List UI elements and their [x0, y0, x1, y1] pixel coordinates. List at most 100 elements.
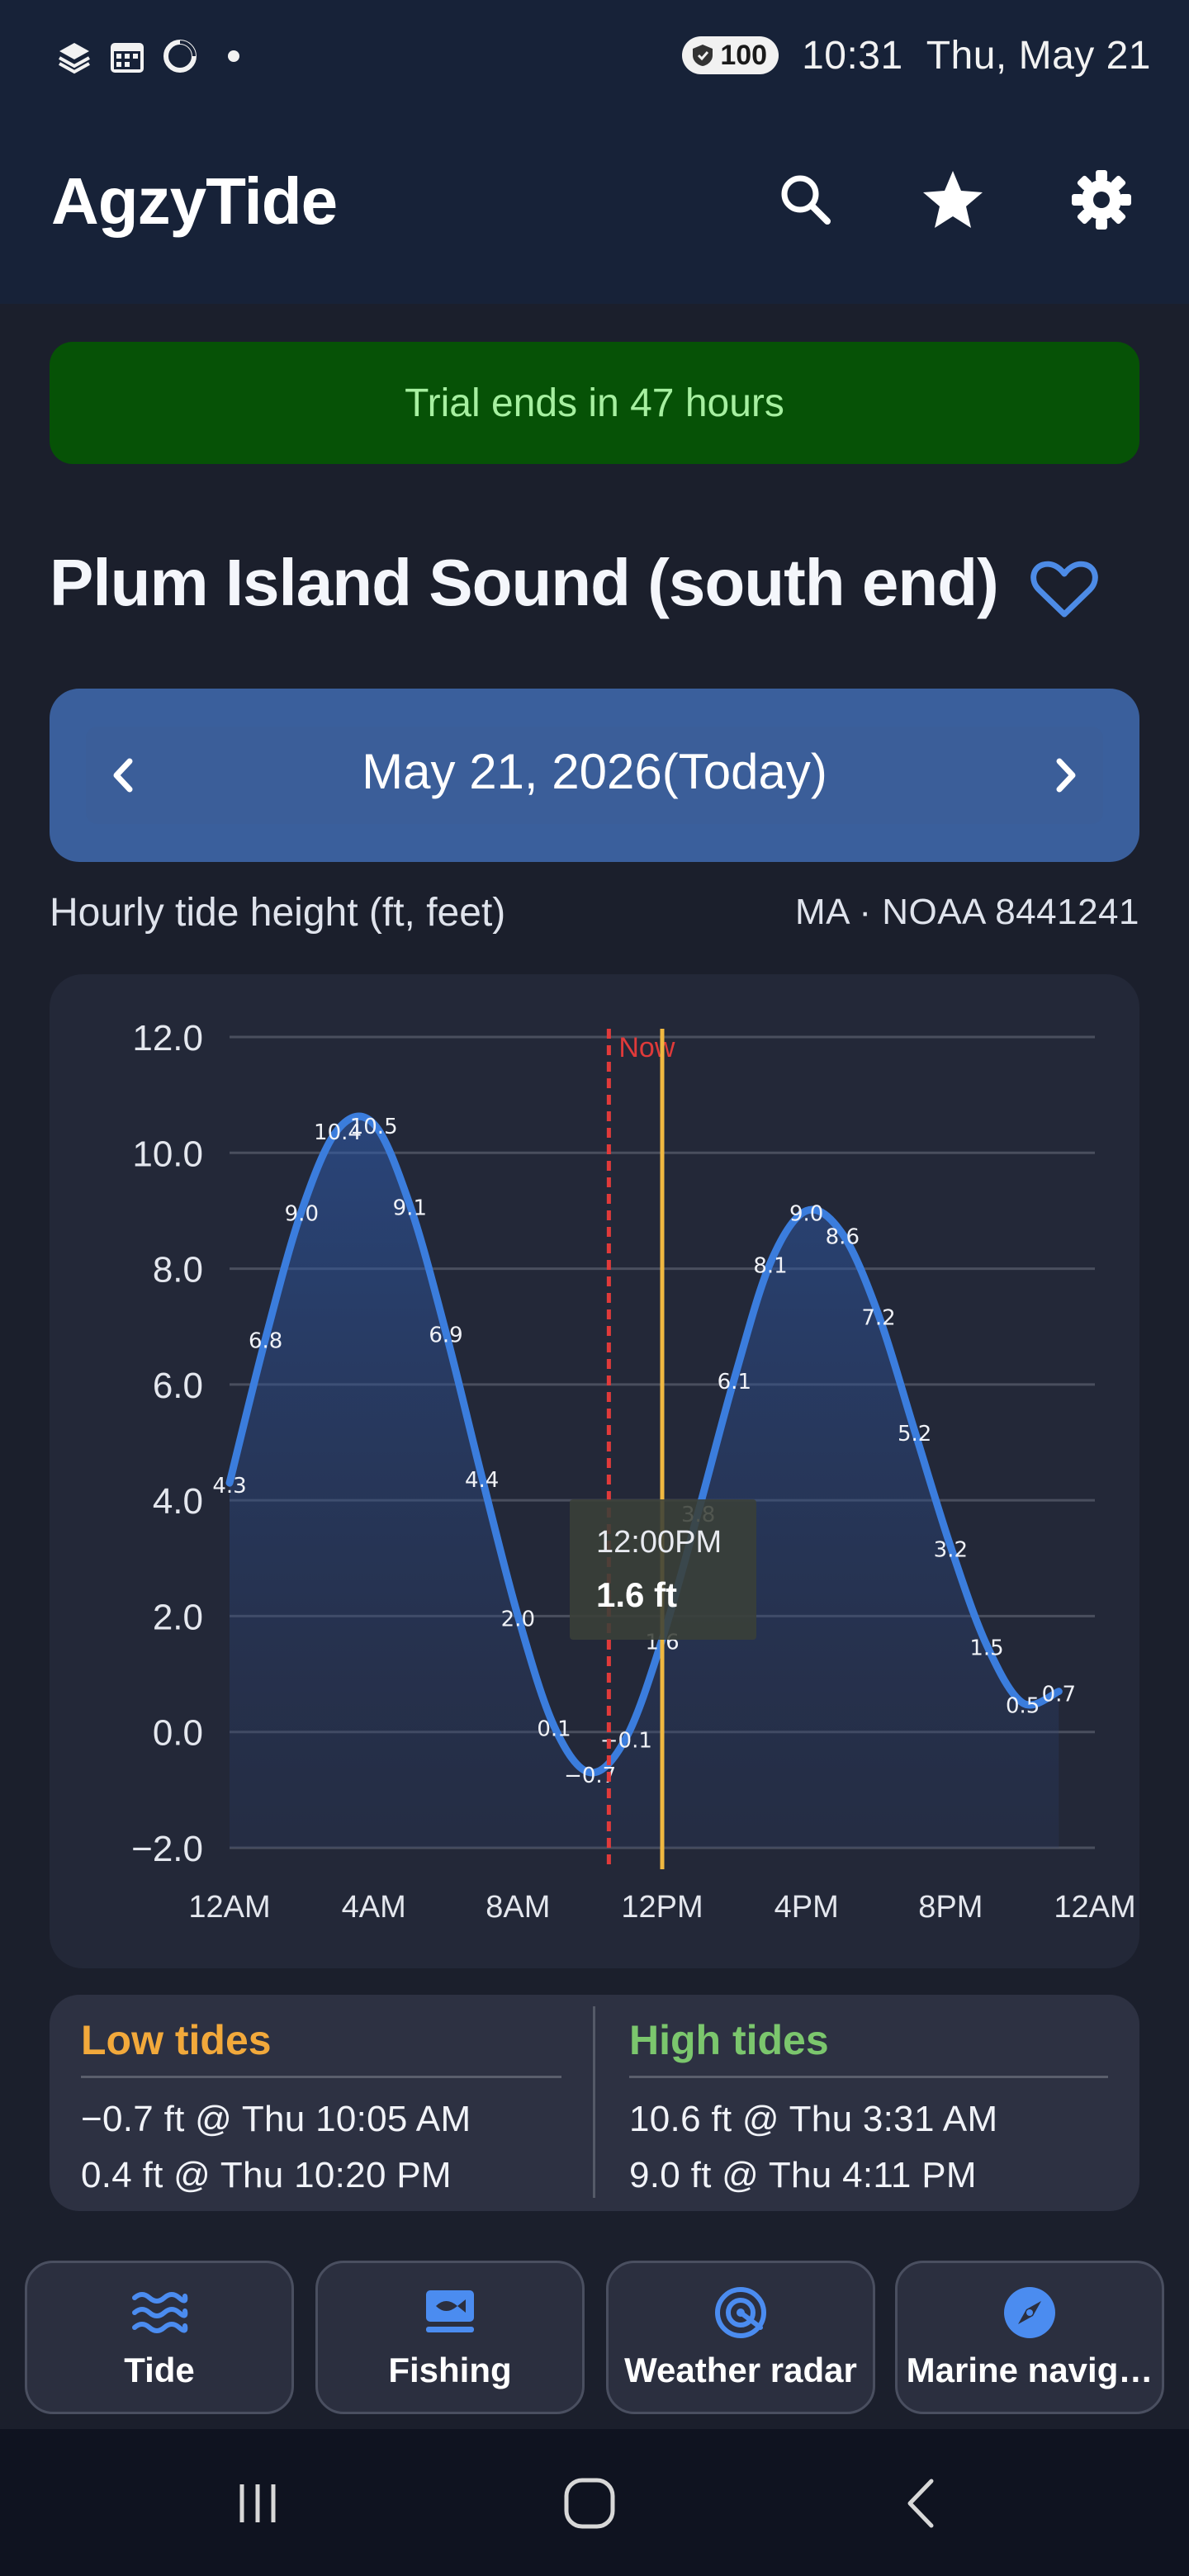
status-left-icons: [54, 31, 239, 81]
low-tides-heading: Low tides: [81, 2017, 272, 2063]
calendar-icon: [107, 36, 147, 76]
battery-level: 100: [720, 39, 768, 71]
tab-label: Marine navig…: [906, 2351, 1153, 2389]
data-label: 9.0: [285, 1201, 319, 1226]
high-tide-row: 10.6 ft @ Thu 3:31 AM: [629, 2099, 998, 2139]
station-source: MA · NOAA 8441241: [795, 892, 1139, 932]
tab-marine-navigation[interactable]: Marine navig…: [895, 2261, 1164, 2414]
settings-button[interactable]: [1060, 159, 1143, 241]
layers-icon: [54, 36, 94, 76]
favorites-button[interactable]: [912, 159, 994, 241]
search-button[interactable]: [765, 159, 847, 241]
x-tick-label: 12AM: [1054, 1890, 1135, 1925]
shield-icon: [693, 45, 713, 66]
x-tick-label: 12AM: [188, 1890, 270, 1925]
y-tick-label: 12.0: [132, 1018, 203, 1058]
x-tick-label: 8AM: [486, 1890, 550, 1925]
tab-label: Weather radar: [624, 2351, 857, 2389]
notification-dot: [228, 50, 239, 62]
x-tick-label: 8PM: [918, 1890, 983, 1925]
tide-chart[interactable]: −2.0 0.0 2.0 4.0 6.0 8.0 10.0 12.0 12AM 4AM 8AM 12P…: [50, 974, 1139, 1968]
data-label: 0.7: [1042, 1683, 1076, 1707]
low-tides-column: Low tides −0.7 ft @ Thu 10:05 AM 0.4 ft …: [81, 2016, 561, 2204]
home-button[interactable]: [548, 2462, 631, 2545]
compass-icon: [898, 2281, 1162, 2344]
back-button[interactable]: [880, 2462, 963, 2545]
data-label: 8.6: [826, 1224, 860, 1249]
recents-button[interactable]: [216, 2462, 299, 2545]
data-label: 1.5: [969, 1636, 1003, 1661]
data-label: 9.1: [393, 1196, 427, 1220]
data-label: 0.5: [1006, 1694, 1040, 1719]
y-tick-label: 2.0: [153, 1597, 203, 1637]
search-icon: [781, 175, 831, 225]
recents-icon: [239, 2484, 276, 2522]
fish-icon: [318, 2281, 582, 2344]
trial-banner[interactable]: Trial ends in 47 hours: [50, 342, 1139, 464]
data-label: 8.1: [753, 1254, 787, 1279]
system-navigation-bar: [0, 2429, 1189, 2576]
high-tides-rule: [629, 2076, 1108, 2078]
x-tick-label: 12PM: [621, 1890, 703, 1925]
tab-label: Fishing: [388, 2351, 512, 2389]
chart-caption: Hourly tide height (ft, feet): [50, 891, 506, 935]
tab-weather-radar[interactable]: Weather radar: [606, 2261, 875, 2414]
favorite-button[interactable]: [1027, 552, 1101, 626]
y-tick-label: 0.0: [153, 1713, 203, 1754]
data-label: 2.0: [501, 1607, 535, 1631]
data-label: 4.3: [212, 1474, 246, 1499]
chevron-right-icon: [1056, 758, 1076, 793]
waves-icon: [27, 2281, 291, 2344]
status-bar: 100 10:31 Thu, May 21: [0, 0, 1189, 116]
trial-banner-text: Trial ends in 47 hours: [405, 381, 784, 425]
y-tick-label: 6.0: [153, 1366, 203, 1406]
y-tick-label: 4.0: [153, 1481, 203, 1522]
app-bar: AgzyTide: [0, 116, 1189, 304]
status-right: 100 10:31 Thu, May 21: [682, 28, 1151, 83]
x-tick-label: 4PM: [775, 1890, 839, 1925]
tooltip-value: 1.6 ft: [596, 1575, 677, 1614]
star-icon: [923, 171, 983, 228]
x-tick-label: 4AM: [342, 1890, 406, 1925]
date-navigator: May 21, 2026(Today): [50, 689, 1139, 862]
date-label[interactable]: May 21, 2026(Today): [50, 743, 1139, 800]
radar-icon: [609, 2281, 873, 2344]
tab-tide[interactable]: Tide: [25, 2261, 294, 2414]
data-label: 3.2: [934, 1537, 968, 1562]
y-tick-label: 10.0: [132, 1134, 203, 1174]
next-day-button[interactable]: [1030, 740, 1101, 811]
data-label: 10.5: [350, 1115, 398, 1139]
back-icon: [907, 2479, 934, 2528]
home-icon: [564, 2478, 615, 2529]
now-label: Now: [618, 1032, 675, 1063]
low-tides-rule: [81, 2076, 561, 2078]
tooltip-box: [570, 1499, 756, 1640]
status-date: Thu, May 21: [926, 33, 1151, 78]
tide-chart-card[interactable]: −2.0 0.0 2.0 4.0 6.0 8.0 10.0 12.0 12AM 4AM 8AM 12P…: [50, 974, 1139, 1968]
settings-icon: [1072, 170, 1131, 230]
high-tide-row: 9.0 ft @ Thu 4:11 PM: [629, 2155, 977, 2195]
data-label: 6.1: [718, 1370, 751, 1395]
tooltip-time: 12:00PM: [596, 1525, 722, 1560]
battery-indicator: 100: [682, 36, 779, 74]
data-label: 7.2: [861, 1306, 895, 1331]
high-tides-heading: High tides: [629, 2017, 829, 2063]
data-label: 4.4: [465, 1468, 499, 1493]
sync-icon: [160, 36, 200, 76]
heart-outline-icon: [1030, 561, 1098, 618]
station-title: Plum Island Sound (south end): [50, 546, 999, 619]
data-label: 9.0: [789, 1201, 823, 1226]
high-tides-column: High tides 10.6 ft @ Thu 3:31 AM 9.0 ft …: [629, 2016, 1108, 2204]
low-tide-row: 0.4 ft @ Thu 10:20 PM: [81, 2155, 452, 2195]
data-label: 0.1: [537, 1717, 571, 1742]
tab-label: Tide: [124, 2351, 195, 2389]
tab-fishing[interactable]: Fishing: [315, 2261, 585, 2414]
data-label: 6.8: [249, 1329, 282, 1354]
app-title: AgzyTide: [51, 164, 338, 238]
tides-summary: Low tides −0.7 ft @ Thu 10:05 AM 0.4 ft …: [50, 1995, 1139, 2211]
low-tide-row: −0.7 ft @ Thu 10:05 AM: [81, 2099, 471, 2139]
clock: 10:31: [802, 33, 903, 78]
y-tick-label: 8.0: [153, 1250, 203, 1290]
data-label: 5.2: [898, 1422, 931, 1447]
y-tick-label: −2.0: [131, 1829, 203, 1869]
